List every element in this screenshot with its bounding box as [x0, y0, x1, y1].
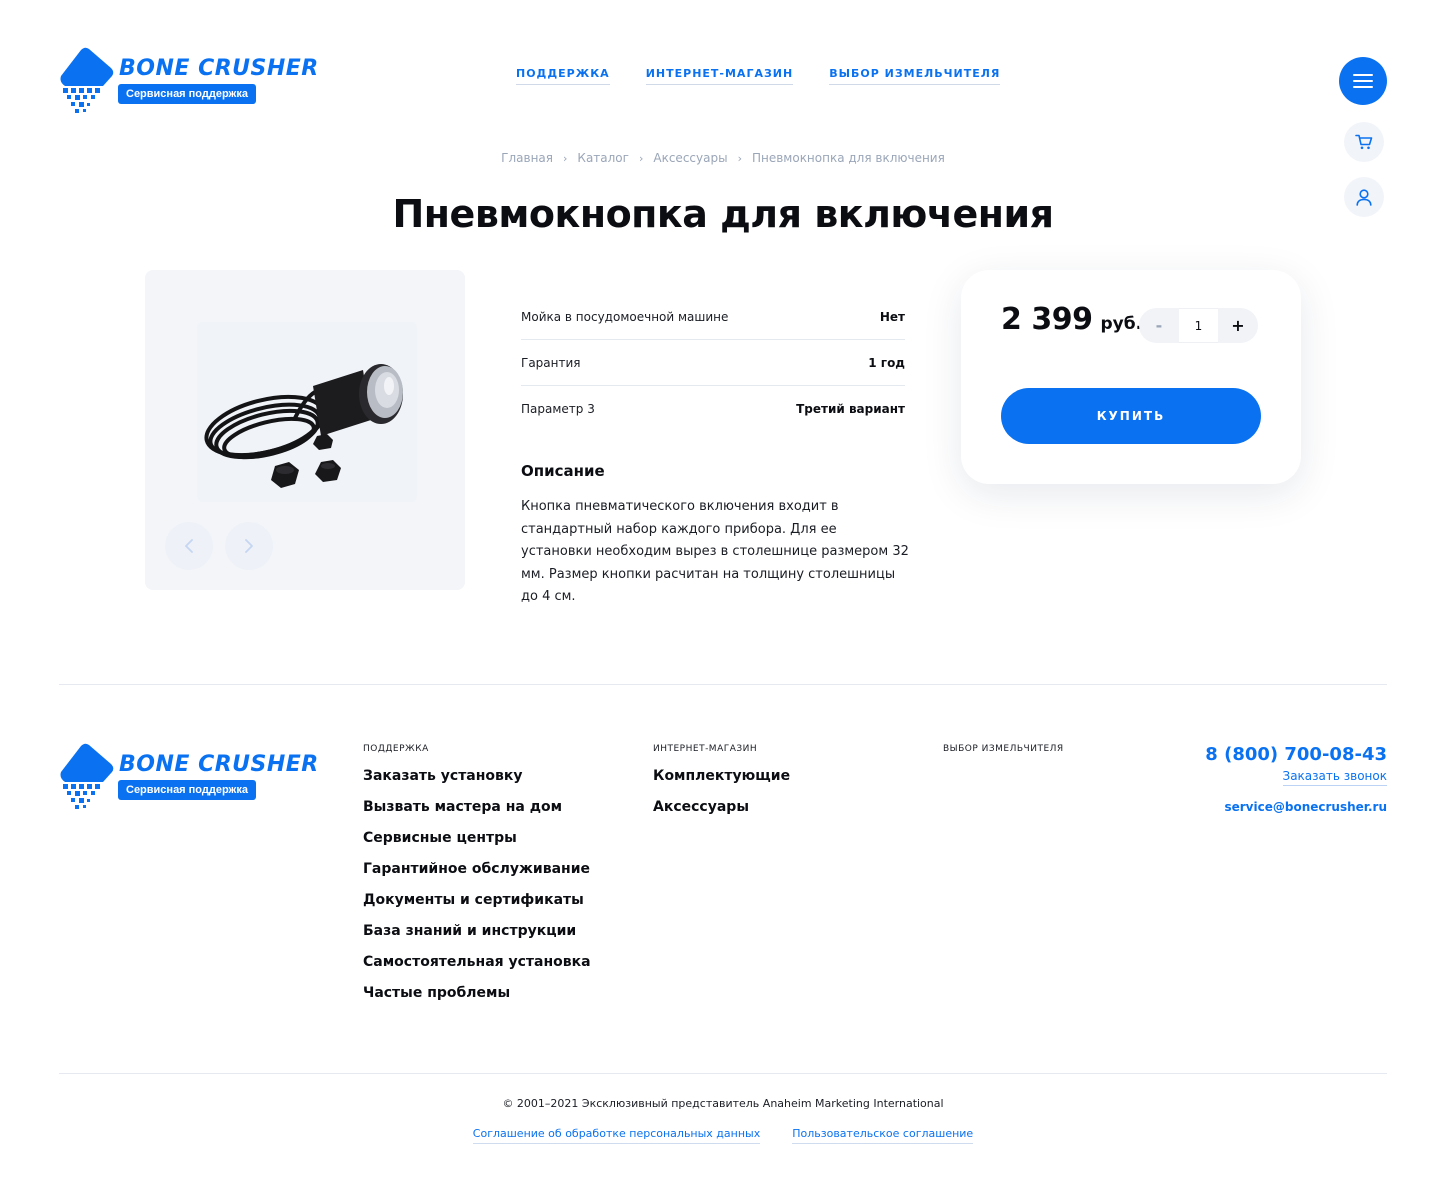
page-title: Пневмокнопка для включения: [392, 192, 1054, 236]
spec-value: Нет: [879, 309, 905, 324]
menu-button[interactable]: [1339, 57, 1387, 105]
chevron-right-icon: [245, 539, 253, 553]
footer-link[interactable]: Сервисные центры: [363, 830, 591, 861]
footer-column-heading: ПОДДЕРЖКА: [363, 744, 429, 754]
breadcrumb-current: Пневмокнопка для включения: [751, 151, 945, 165]
footer-column-chooser: ВЫБОР ИЗМЕЛЬЧИТЕЛЯ: [943, 744, 1064, 768]
spec-row: Мойка в посудомоечной машине Нет: [521, 294, 905, 340]
nav-link-shop[interactable]: ИНТЕРНЕТ-МАГАЗИН: [645, 67, 794, 85]
logo-mark-icon: [60, 743, 114, 809]
footer-logo[interactable]: BONE CRUSHER Сервисная поддержка: [59, 742, 318, 812]
spec-value: 1 год: [868, 355, 905, 370]
product-image: [204, 364, 403, 488]
breadcrumb-accessories[interactable]: Аксессуары: [653, 151, 727, 165]
price-currency: руб.: [1100, 314, 1143, 334]
gallery-prev-button[interactable]: [165, 522, 213, 570]
brand-tagline: Сервисная поддержка: [118, 84, 256, 104]
main-nav: ПОДДЕРЖКА ИНТЕРНЕТ-МАГАЗИН ВЫБОР ИЗМЕЛЬЧ…: [516, 67, 1001, 85]
description-text: Кнопка пневматического включения входит …: [521, 499, 909, 604]
privacy-policy-link[interactable]: Соглашение об обработке персональных дан…: [472, 1127, 761, 1144]
spec-row: Параметр 3 Третий вариант: [521, 386, 905, 432]
legal-links: Соглашение об обработке персональных дан…: [0, 1127, 1446, 1144]
brand-name: BONE CRUSHER: [119, 56, 319, 81]
chevron-left-icon: [185, 539, 193, 553]
callback-link[interactable]: Заказать звонок: [1282, 769, 1387, 786]
footer-column-shop: ИНТЕРНЕТ-МАГАЗИН Комплектующие Аксессуар…: [653, 744, 790, 830]
footer-contacts: 8 (800) 700-08-43 Заказать звонок servic…: [1205, 744, 1387, 814]
cart-icon: [1355, 134, 1373, 150]
spec-row: Гарантия 1 год: [521, 340, 905, 386]
nav-link-chooser[interactable]: ВЫБОР ИЗМЕЛЬЧИТЕЛЯ: [829, 67, 1001, 85]
brand-name: BONE CRUSHER: [119, 752, 319, 777]
footer-link[interactable]: Гарантийное обслуживание: [363, 861, 591, 892]
user-agreement-link[interactable]: Пользовательское соглашение: [792, 1127, 974, 1144]
chevron-right-icon: ›: [638, 151, 644, 165]
quantity-decrease-button[interactable]: -: [1139, 308, 1179, 343]
footer-link[interactable]: Заказать установку: [363, 768, 591, 799]
buy-card: 2 399 руб. - 1 + КУПИТЬ: [961, 270, 1301, 484]
header-logo[interactable]: BONE CRUSHER Сервисная поддержка: [59, 46, 318, 116]
spec-key: Мойка в посудомоечной машине: [521, 309, 729, 324]
footer-divider: [59, 684, 1387, 685]
footer-link[interactable]: Частые проблемы: [363, 985, 591, 1016]
product-gallery: [145, 270, 465, 590]
footer-bottom-divider: [59, 1073, 1387, 1074]
hamburger-icon: [1353, 74, 1373, 88]
price-amount: 2 399: [1001, 302, 1093, 337]
chevron-right-icon: ›: [737, 151, 742, 165]
copyright-text: © 2001–2021 Эксклюзивный представитель A…: [502, 1097, 944, 1110]
price: 2 399 руб.: [1001, 302, 1142, 337]
footer-link[interactable]: Вызвать мастера на дом: [363, 799, 591, 830]
quantity-field[interactable]: 1: [1179, 308, 1218, 343]
footer-column-heading[interactable]: ВЫБОР ИЗМЕЛЬЧИТЕЛЯ: [943, 744, 1064, 754]
footer-column-heading: ИНТЕРНЕТ-МАГАЗИН: [653, 744, 758, 754]
spec-table: Мойка в посудомоечной машине Нет Гаранти…: [521, 294, 905, 432]
breadcrumb-home[interactable]: Главная: [501, 151, 553, 165]
footer-column-support: ПОДДЕРЖКА Заказать установку Вызвать мас…: [363, 744, 591, 1016]
spec-key: Параметр 3: [521, 402, 595, 416]
footer-link[interactable]: Комплектующие: [653, 768, 790, 799]
quantity-stepper: - 1 +: [1139, 308, 1258, 343]
footer-link[interactable]: База знаний и инструкции: [363, 923, 591, 954]
spec-key: Гарантия: [521, 355, 581, 370]
footer-link[interactable]: Аксессуары: [653, 799, 790, 830]
footer-link[interactable]: Самостоятельная установка: [363, 954, 591, 985]
breadcrumb-catalog[interactable]: Каталог: [577, 151, 629, 165]
logo-mark-icon: [60, 47, 114, 113]
brand-tagline: Сервисная поддержка: [118, 780, 256, 800]
buy-button[interactable]: КУПИТЬ: [1001, 388, 1261, 444]
nav-link-support[interactable]: ПОДДЕРЖКА: [516, 67, 610, 85]
gallery-next-button[interactable]: [225, 522, 273, 570]
quantity-increase-button[interactable]: +: [1218, 308, 1258, 343]
spec-value: Третий вариант: [796, 402, 905, 416]
chevron-right-icon: ›: [563, 151, 568, 165]
phone-link[interactable]: 8 (800) 700-08-43: [1205, 744, 1387, 765]
breadcrumb: Главная › Каталог › Аксессуары › Пневмок…: [0, 151, 1446, 165]
description-heading: Описание: [521, 462, 605, 480]
footer-link[interactable]: Документы и сертификаты: [363, 892, 591, 923]
email-link[interactable]: service@bonecrusher.ru: [1205, 800, 1387, 814]
